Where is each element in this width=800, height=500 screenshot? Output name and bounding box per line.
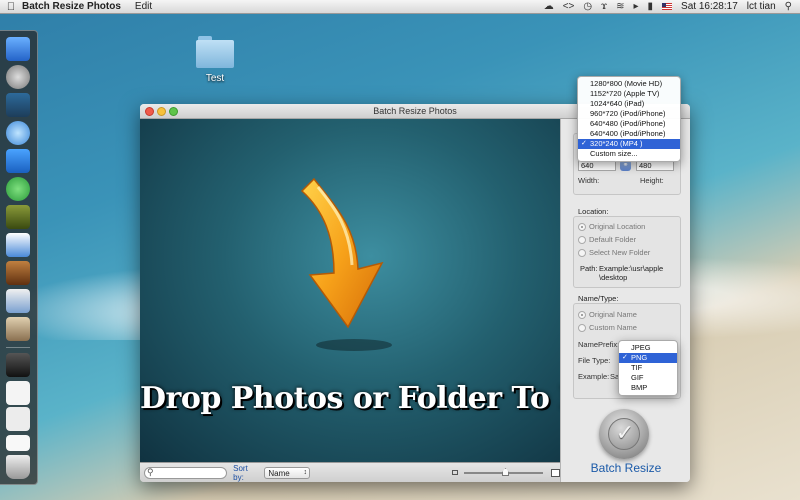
name-prefix-label: NamePrefix: [578, 340, 620, 349]
path-value-line1: Example:\usr\apple [599, 264, 664, 273]
dock-separator [6, 347, 30, 348]
radio-dot [578, 310, 586, 319]
edit-menu[interactable]: Edit [135, 1, 152, 12]
launchpad-icon[interactable] [6, 65, 30, 89]
input-source-flag-icon[interactable] [662, 3, 673, 10]
menu-item-size-preset[interactable]: 1280*800 (Movie HD) [578, 79, 680, 89]
radio-original-name[interactable]: Original Name [578, 310, 637, 319]
menu-item-custom-size[interactable]: Custom size... [578, 149, 680, 159]
curved-arrow-icon [300, 177, 392, 351]
time-machine-icon[interactable]: ◷ [583, 1, 592, 12]
menu-item-file-type[interactable]: GIF [619, 373, 677, 383]
radio-custom-name[interactable]: Custom Name [578, 323, 637, 332]
radio-dot [578, 235, 586, 244]
mission-control-icon[interactable] [6, 93, 30, 117]
radio-label: Original Location [589, 222, 646, 231]
thumbnail-size-slider[interactable] [463, 472, 544, 474]
location-group: Original Location Default Folder Select … [573, 216, 681, 288]
photo-drop-area[interactable]: Drop Photos or Folder To Here [140, 119, 640, 462]
menu-item-size-preset[interactable]: 1152*720 (Apple TV) [578, 89, 680, 99]
path-value-line2: \desktop [599, 273, 628, 282]
name-type-label: Name/Type: [578, 294, 619, 303]
drop-instruction: Drop Photos or Folder To Here [140, 381, 640, 416]
menu-user[interactable]: lct tian [747, 1, 776, 12]
dock [0, 30, 38, 485]
radio-default-folder[interactable]: Default Folder [578, 235, 636, 244]
app-store-icon[interactable] [6, 149, 30, 173]
spotlight-icon[interactable]: ⚲ [785, 1, 792, 12]
bluetooth-icon[interactable]: ϫ [601, 1, 607, 12]
utility-icon[interactable] [6, 205, 30, 229]
example-label: Example: [578, 372, 610, 381]
checkmark-button-face: ✓ [608, 418, 640, 450]
file-type-menu: JPEG PNG TIF GIF BMP [618, 340, 678, 396]
menu-item-size-preset[interactable]: 640*480 (iPod/iPhone) [578, 119, 680, 129]
folder-icon[interactable] [196, 36, 234, 68]
radio-label: Select New Folder [589, 248, 651, 257]
menu-item-file-type-selected[interactable]: PNG [619, 353, 677, 363]
path-label: Path: [580, 264, 598, 273]
settings-panel: 640 ⚭ 480 Width: Height: Location: Origi… [560, 119, 690, 482]
screen-icon[interactable] [6, 353, 30, 377]
code-icon[interactable]: <> [563, 1, 575, 12]
menu-bar:  Batch Resize Photos Edit ☁ <> ◷ ϫ ≋ ▸ … [0, 0, 800, 14]
sort-label: Sort by: [233, 463, 248, 482]
batch-resize-button[interactable]: ✓ [599, 409, 649, 459]
file-type-label: File Type: [578, 356, 611, 365]
menu-item-size-preset[interactable]: 640*400 (iPod/iPhone) [578, 129, 680, 139]
cloud-icon[interactable]: ☁ [544, 1, 554, 12]
radio-label: Custom Name [589, 323, 637, 332]
image-app-icon[interactable] [6, 289, 30, 313]
wifi-icon[interactable]: ≋ [616, 1, 624, 12]
size-preset-menu: 1280*800 (Movie HD) 1152*720 (Apple TV) … [577, 76, 681, 162]
width-label: Width: [578, 176, 600, 185]
zoom-large-icon [551, 468, 560, 477]
photo-app-icon[interactable] [6, 261, 30, 285]
document-stack-icon[interactable] [6, 407, 30, 431]
radio-select-new-folder[interactable]: Select New Folder [578, 248, 650, 257]
radio-dot [578, 222, 586, 231]
radio-label: Default Folder [589, 235, 637, 244]
document-icon[interactable] [6, 381, 30, 405]
radio-label: Original Name [589, 310, 637, 319]
menu-item-size-preset-selected[interactable]: 320*240 (MP4 ) [578, 139, 680, 149]
menu-item-file-type[interactable]: TIF [619, 363, 677, 373]
location-label: Location: [578, 207, 609, 216]
search-input[interactable]: ⚲ [144, 466, 228, 479]
menu-clock[interactable]: Sat 16:28:17 [681, 1, 738, 12]
height-label: Height: [640, 176, 664, 185]
radio-dot [578, 248, 586, 257]
radio-dot [578, 323, 586, 332]
desktop-folder-label[interactable]: Test [196, 73, 234, 84]
zoom-small-icon [451, 470, 458, 475]
messages-icon[interactable] [6, 177, 30, 201]
battery-icon[interactable]: ▮ [648, 1, 654, 12]
batch-resize-label[interactable]: Batch Resize [561, 461, 690, 475]
slider-knob[interactable] [502, 468, 509, 476]
finder-icon[interactable] [6, 37, 30, 61]
downloads-icon[interactable] [6, 435, 30, 451]
checkmark-icon: ✓ [615, 420, 635, 445]
apple-menu-icon[interactable]:  [0, 1, 22, 13]
menu-item-size-preset[interactable]: 1024*640 (iPad) [578, 99, 680, 109]
photos-stack-icon[interactable] [6, 317, 30, 341]
radio-original-location[interactable]: Original Location [578, 222, 645, 231]
search-icon: ⚲ [147, 466, 154, 477]
menu-extras: ☁ <> ◷ ϫ ≋ ▸ ▮ Sat 16:28:17 lct tian ⚲ [544, 1, 800, 12]
safari-icon[interactable] [6, 121, 30, 145]
menu-item-file-type[interactable]: BMP [619, 383, 677, 393]
preview-icon[interactable] [6, 233, 30, 257]
sort-select[interactable]: Name [264, 466, 310, 479]
trash-icon[interactable] [6, 455, 30, 479]
app-menu[interactable]: Batch Resize Photos [22, 1, 121, 12]
volume-icon[interactable]: ▸ [634, 1, 639, 12]
menu-item-size-preset[interactable]: 960*720 (iPod/iPhone) [578, 109, 680, 119]
bottom-toolbar: ⚲ Sort by: Name [140, 462, 560, 482]
menu-item-file-type[interactable]: JPEG [619, 343, 677, 353]
